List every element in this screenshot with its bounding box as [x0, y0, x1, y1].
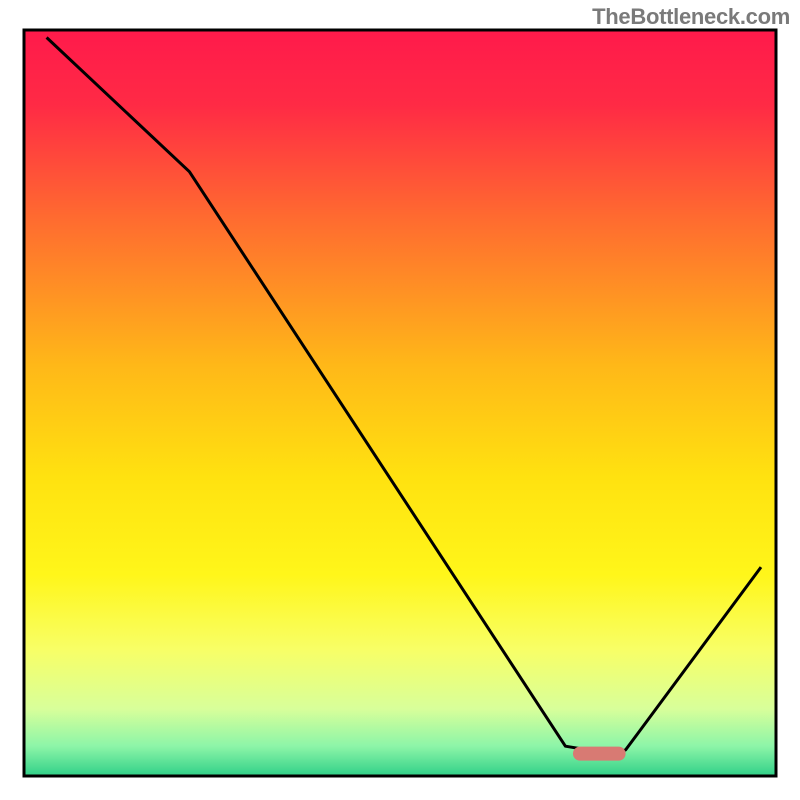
watermark-text: TheBottleneck.com [592, 4, 790, 30]
optimal-marker [573, 747, 626, 761]
chart-svg [0, 0, 800, 800]
chart-container: TheBottleneck.com [0, 0, 800, 800]
plot-background [24, 30, 776, 776]
